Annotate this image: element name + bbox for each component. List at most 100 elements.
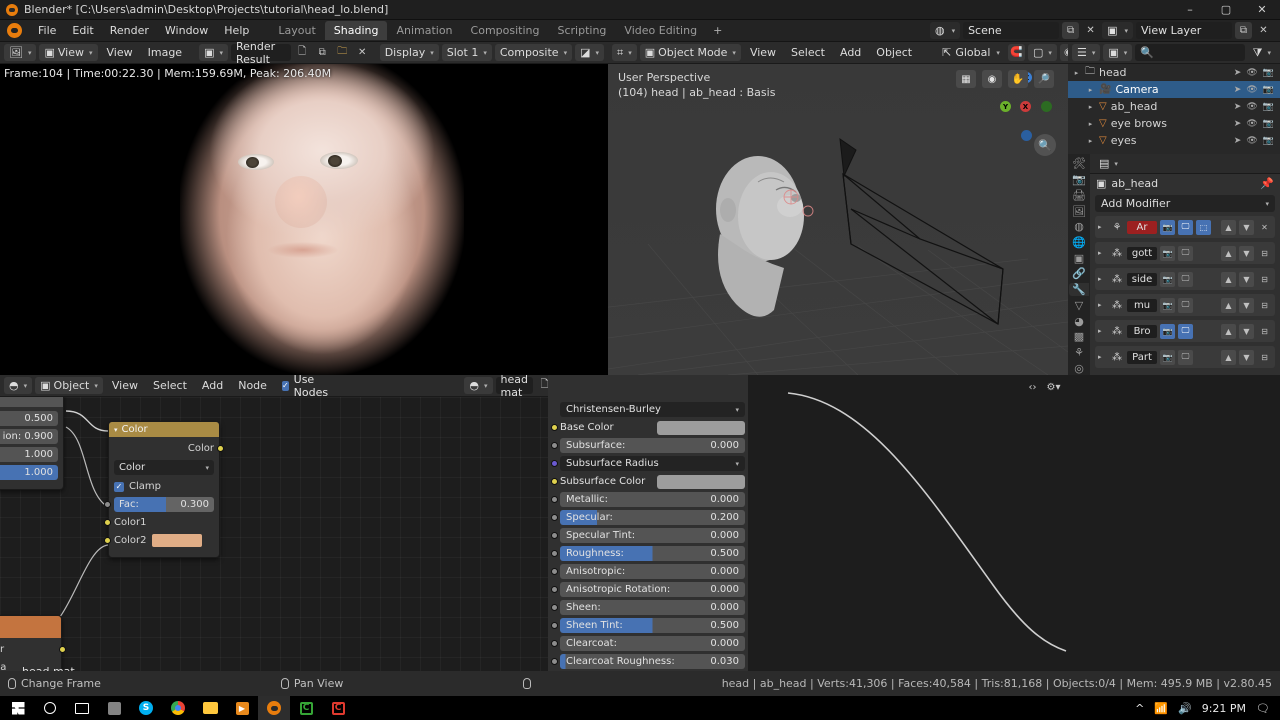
workspace-tab-shading[interactable]: Shading [324, 21, 388, 40]
c-app-icon[interactable]: C [322, 696, 354, 720]
modifier-realtime-toggle[interactable]: 🖵 [1178, 219, 1193, 235]
camera-render-icon[interactable]: 📷 [1263, 102, 1274, 112]
node-color2-swatch[interactable] [152, 534, 203, 547]
eye-visibility-icon[interactable]: 👁 [1246, 136, 1257, 146]
input-socket[interactable] [551, 496, 558, 503]
volume-icon[interactable]: 🔊 [1178, 702, 1192, 715]
shader-menu-select[interactable]: Select [147, 379, 193, 392]
new-image-button[interactable]: 🗋 [294, 44, 311, 61]
delete-scene-button[interactable]: ✕ [1082, 22, 1099, 39]
material-browse-button[interactable]: ◓ ▾ [464, 377, 493, 394]
hand-pan-icon[interactable]: ✋ [1008, 70, 1028, 88]
shader-menu-view[interactable]: View [106, 379, 144, 392]
properties-tab-particles[interactable]: ⚘ [1069, 346, 1089, 360]
modifier-name-field[interactable]: Bro [1127, 324, 1157, 338]
input-socket[interactable] [551, 586, 558, 593]
gizmo-axis-neg-y[interactable] [1041, 101, 1052, 112]
color-swatch[interactable] [657, 474, 745, 489]
modifier-move-up-button[interactable]: ▲ [1221, 219, 1236, 235]
modifier-move-up-button[interactable]: ▲ [1221, 323, 1236, 339]
eye-visibility-icon[interactable]: 👁 [1246, 85, 1257, 95]
chrome-icon[interactable] [162, 696, 194, 720]
outliner-item-eye-brows[interactable]: ▸ ▽ eye brows ➤ 👁 📷 [1068, 115, 1280, 132]
modifier-move-down-button[interactable]: ▼ [1239, 271, 1254, 287]
unlink-image-button[interactable]: ✕ [354, 44, 371, 61]
bsdf-row-subsurface-radius[interactable]: Subsurface Radius ▾ [551, 455, 745, 472]
select-toggle-icon[interactable]: ➤ [1234, 136, 1242, 146]
modifier-move-up-button[interactable]: ▲ [1221, 349, 1236, 365]
modifier-expand-icon[interactable]: ▸ [1098, 327, 1107, 335]
modifier-row-bro[interactable]: ▸ ⁂ Bro 📷 🖵 ▲ ▼ ⊟ [1095, 320, 1275, 342]
bsdf-field[interactable]: Subsurface: 0.000 [560, 438, 745, 453]
bsdf-field[interactable]: Roughness: 0.500 [560, 546, 745, 561]
task-view-icon[interactable] [66, 696, 98, 720]
select-toggle-icon[interactable]: ➤ [1234, 85, 1242, 95]
tray-expand-icon[interactable]: ^ [1135, 702, 1144, 715]
view-layer-selector[interactable]: ▣ ▾ [1102, 22, 1133, 39]
properties-tab-output[interactable]: 🖨 [1069, 188, 1089, 202]
image-name-field[interactable]: Render Result [231, 42, 291, 63]
zoom-tool-icon[interactable]: 🔍 [1034, 134, 1056, 156]
outliner-item-camera[interactable]: ▸ 🎥 Camera ➤ 👁 📷 [1068, 81, 1280, 98]
eye-visibility-icon[interactable]: 👁 [1246, 102, 1257, 112]
bsdf-row-anisotropic-rotation[interactable]: Anisotropic Rotation: 0.000 [551, 581, 745, 598]
properties-tab-object[interactable]: ▣ [1069, 251, 1089, 265]
modifier-render-toggle[interactable]: 📷 [1160, 297, 1175, 313]
render-pass-button[interactable]: Composite ▾ [494, 44, 573, 61]
eye-visibility-icon[interactable]: 👁 [1246, 68, 1257, 78]
bsdf-field[interactable]: Clearcoat: 0.000 [560, 636, 745, 651]
input-socket[interactable] [551, 550, 558, 557]
blender-menu-icon[interactable] [7, 23, 22, 38]
distribution-field[interactable]: Christensen-Burley ▾ [560, 402, 745, 417]
modifier-menu-button[interactable]: ⊟ [1257, 298, 1272, 313]
distribution-dropdown[interactable]: Christensen-Burley ▾ [551, 401, 745, 418]
select-toggle-icon[interactable]: ➤ [1234, 119, 1242, 129]
outliner-row-toggles[interactable]: ➤ 👁 📷 [1234, 102, 1280, 112]
maximize-button[interactable]: ▢ [1208, 0, 1244, 20]
viewport-menu-select[interactable]: Select [785, 46, 831, 59]
properties-tab-render[interactable]: 📷 [1069, 173, 1089, 187]
gizmo-axis-x[interactable]: X [1020, 101, 1031, 112]
outliner-row-toggles[interactable]: ➤ 👁 📷 [1234, 119, 1280, 129]
modifier-menu-button[interactable]: ⊟ [1257, 324, 1272, 339]
camtasia-icon[interactable]: C [290, 696, 322, 720]
expand-arrow-icon[interactable]: ▸ [1086, 103, 1095, 111]
new-material-button[interactable]: 🗋 [536, 377, 548, 394]
transform-orientation-selector[interactable]: ⇱ Global ▾ [937, 44, 1005, 61]
outliner-row-toggles[interactable]: ➤ 👁 📷 [1234, 136, 1280, 146]
modifier-editmode-toggle[interactable]: ⬚ [1196, 219, 1211, 235]
input-socket[interactable] [551, 460, 558, 467]
curve-sidebar-toggle[interactable]: ‹› [1024, 379, 1041, 396]
properties-tab-constraints[interactable]: 🔗 [1069, 267, 1089, 281]
node-properties-list[interactable]: Christensen-Burley ▾ Base Color Subsurface:… [548, 397, 748, 693]
use-nodes-checkbox[interactable]: ✓ Use Nodes [281, 375, 331, 396]
menu-edit[interactable]: Edit [64, 22, 101, 39]
minimize-button[interactable]: – [1172, 0, 1208, 20]
bsdf-field[interactable]: Anisotropic Rotation: 0.000 [560, 582, 745, 597]
node-partial-value-2[interactable]: 1.000 [0, 447, 58, 462]
viewport-canvas[interactable]: User Perspective (104) head | ab_head : … [608, 64, 1068, 375]
bsdf-row-roughness[interactable]: Roughness: 0.500 [551, 545, 745, 562]
input-socket-color2[interactable] [104, 537, 111, 544]
input-socket-fac[interactable] [104, 501, 111, 508]
expand-arrow-icon[interactable]: ▸ [1086, 137, 1095, 145]
bsdf-row-sheen-tint[interactable]: Sheen Tint: 0.500 [551, 617, 745, 634]
outliner-item-ab_head[interactable]: ▸ ▽ ab_head ➤ 👁 📷 [1068, 98, 1280, 115]
bsdf-row-sheen[interactable]: Sheen: 0.000 [551, 599, 745, 616]
zoom-icon[interactable]: 🔎 [1034, 70, 1054, 88]
gizmo-axis-y[interactable]: Y [1000, 101, 1011, 112]
modifier-move-down-button[interactable]: ▼ [1239, 323, 1254, 339]
scene-selector[interactable]: ◍ ▾ [929, 22, 961, 39]
close-button[interactable]: ✕ [1244, 0, 1280, 20]
node-partial-left[interactable]: Color 0.500 ion: 0.900 1.000 1.000 [0, 397, 64, 490]
new-view-layer-button[interactable]: ⧉ [1235, 22, 1252, 39]
object-mode-selector[interactable]: ▣ Object Mode ▾ [639, 44, 741, 61]
input-socket[interactable] [551, 568, 558, 575]
bsdf-field[interactable]: Anisotropic: 0.000 [560, 564, 745, 579]
bsdf-row-specular[interactable]: Specular: 0.200 [551, 509, 745, 526]
outliner-search-input[interactable]: 🔍 [1135, 44, 1245, 61]
node-corner-bottom-left[interactable]: Color Alpha [0, 615, 66, 671]
scene-name-field[interactable]: Scene [963, 22, 1060, 39]
modifier-move-up-button[interactable]: ▲ [1221, 297, 1236, 313]
modifier-render-toggle[interactable]: 📷 [1160, 271, 1175, 287]
